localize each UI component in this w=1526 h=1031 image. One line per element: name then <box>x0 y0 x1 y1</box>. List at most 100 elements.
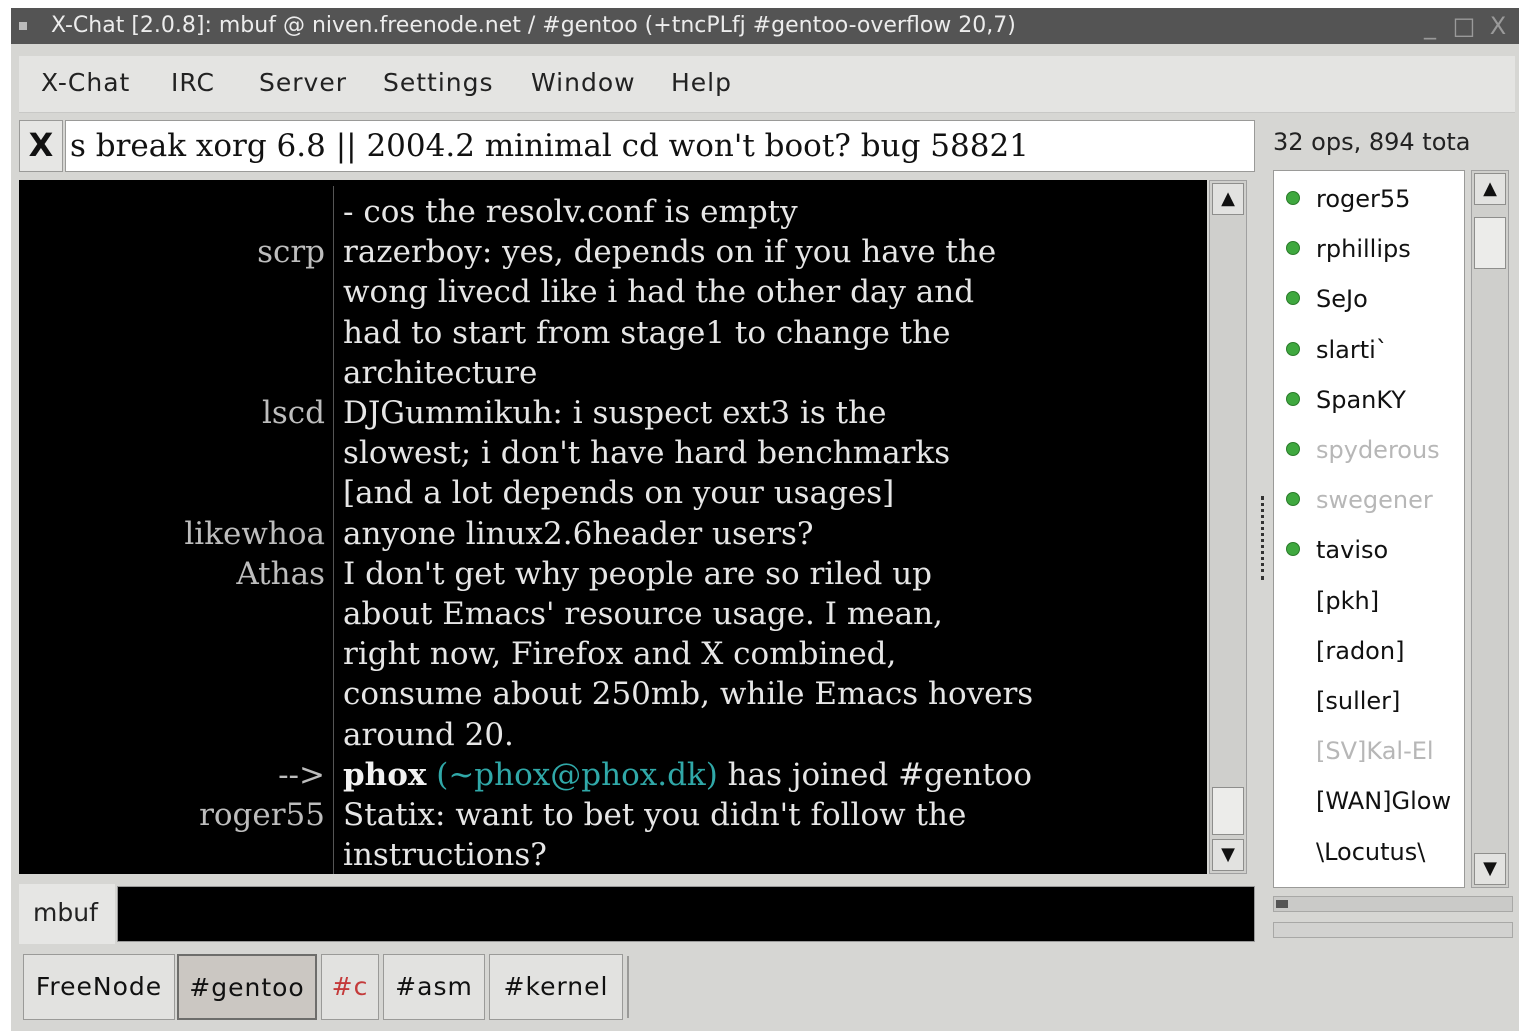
user-list-item[interactable]: rphillips <box>1274 227 1464 271</box>
user-list-item[interactable]: SpanKY <box>1274 378 1464 422</box>
topic-field[interactable]: s break xorg 6.8 || 2004.2 minimal cd wo… <box>65 120 1255 172</box>
chat-nick[interactable]: roger55 <box>199 795 325 835</box>
chat-nick[interactable]: lscd <box>262 393 325 433</box>
user-list[interactable]: roger55 rphillips SeJo slarti` SpanKY spydero… <box>1273 170 1465 888</box>
user-nick: \Locutus\ <box>1316 837 1426 866</box>
chat-scroll-thumb[interactable] <box>1212 787 1244 835</box>
chat-line: [and a lot depends on your usages] <box>19 473 1207 513</box>
chat-message: DJGummikuh: i suspect ext3 is the <box>343 395 887 431</box>
lag-meter-fill <box>1276 900 1288 908</box>
xchat-window: X-Chat [2.0.8]: mbuf @ niven.freenode.ne… <box>11 8 1519 1031</box>
tab-bar-divider <box>627 956 629 1018</box>
chat-message: razerboy: yes, depends on if you have th… <box>343 234 997 271</box>
chat-message: around 20. <box>343 716 514 753</box>
chat-nick[interactable]: Athas <box>236 554 325 594</box>
close-button[interactable]: X <box>1485 14 1511 38</box>
channel-tab[interactable]: FreeNode <box>23 954 175 1020</box>
user-nick: [SV]Kal-El <box>1316 737 1434 766</box>
menu-server[interactable]: Server <box>259 68 347 97</box>
join-nick[interactable]: phox <box>343 757 426 793</box>
user-nick: spyderous <box>1316 436 1440 464</box>
menu-window-label: Window <box>531 68 636 97</box>
chat-nick[interactable]: scrp <box>257 232 325 272</box>
chat-line: about Emacs' resource usage. I mean, <box>19 594 1207 634</box>
maximize-button[interactable]: □ <box>1451 14 1477 38</box>
chat-message: wong livecd like i had the other day and <box>343 274 975 311</box>
op-status-icon <box>1286 241 1300 256</box>
chat-line: --> phox (~phox@phox.dk) has joined #gent… <box>19 755 1207 795</box>
menu-xchat-label: X-Chat <box>41 68 131 97</box>
join-host: (~phox@phox.dk) <box>436 756 718 793</box>
channel-tab[interactable]: #gentoo <box>177 954 317 1020</box>
user-list-item[interactable]: [WAN]Glow <box>1274 779 1464 823</box>
user-list-item[interactable]: taviso <box>1274 528 1464 572</box>
chat-line: likewhoa anyone linux2.6header users? <box>19 514 1207 554</box>
user-list-item[interactable]: [suller] <box>1274 679 1464 723</box>
chat-nick[interactable]: --> <box>278 755 325 795</box>
menu-xchat[interactable]: X-Chat <box>41 68 130 97</box>
menu-irc-label: IRC <box>171 68 215 97</box>
user-list-item[interactable]: roger55 <box>1274 177 1464 221</box>
chat-scrollbar[interactable]: ▲ ▼ <box>1209 180 1247 874</box>
user-nick: roger55 <box>1316 185 1411 213</box>
chat-line: right now, Firefox and X combined, <box>19 634 1207 674</box>
menu-window[interactable]: Window <box>531 68 636 97</box>
window-menu-icon[interactable] <box>19 22 27 30</box>
chat-line: consume about 250mb, while Emacs hovers <box>19 674 1207 714</box>
userlist-scroll-thumb[interactable] <box>1474 217 1506 269</box>
channel-tab[interactable]: #asm <box>383 954 485 1020</box>
minimize-button[interactable]: _ <box>1417 14 1443 38</box>
chat-message: anyone linux2.6header users? <box>343 515 814 552</box>
user-list-item[interactable]: slarti` <box>1274 328 1464 372</box>
user-nick: SpanKY <box>1316 385 1406 414</box>
pane-resize-handle[interactable] <box>1261 496 1269 580</box>
user-list-item[interactable]: \Locutus\ <box>1274 830 1464 874</box>
user-list-item[interactable]: [SV]Kal-El <box>1274 729 1464 773</box>
window-title: X-Chat [2.0.8]: mbuf @ niven.freenode.ne… <box>51 13 1016 38</box>
message-input[interactable] <box>117 886 1255 942</box>
userlist-scrollbar[interactable]: ▲ ▼ <box>1471 170 1509 888</box>
channel-tab[interactable]: #kernel <box>489 954 623 1020</box>
user-list-item[interactable]: [pkh] <box>1274 579 1464 623</box>
chat-message: architecture <box>343 354 538 391</box>
menu-settings-label: Settings <box>383 68 494 97</box>
userlist-scroll-down-icon[interactable]: ▼ <box>1474 853 1506 885</box>
join-message: phox (~phox@phox.dk) has joined #gentoo <box>343 755 1032 795</box>
nick-button[interactable]: mbuf <box>19 884 115 944</box>
user-nick: rphillips <box>1316 235 1411 264</box>
chat-message: I don't get why people are so riled up <box>343 555 933 592</box>
chat-message: Statix: want to bet you didn't follow th… <box>343 797 967 833</box>
user-count-label: 32 ops, 894 tota <box>1273 128 1471 156</box>
chat-nick[interactable]: likewhoa <box>184 514 325 554</box>
chat-line: architecture <box>19 353 1207 393</box>
menu-help[interactable]: Help <box>671 68 732 97</box>
user-nick: swegener <box>1316 486 1433 515</box>
scroll-down-icon[interactable]: ▼ <box>1212 839 1244 871</box>
chat-line: - cos the resolv.conf is empty <box>19 192 1207 232</box>
op-status-icon <box>1286 492 1300 507</box>
lag-meter <box>1273 896 1513 912</box>
channel-tab[interactable]: #c <box>321 954 379 1020</box>
user-nick: taviso <box>1316 536 1389 565</box>
user-nick: [WAN]Glow <box>1316 787 1452 816</box>
menu-settings[interactable]: Settings <box>383 68 494 97</box>
chat-text-area[interactable]: - cos the resolv.conf is empty scrp razerb… <box>19 180 1207 874</box>
throttle-meter <box>1273 922 1513 938</box>
menu-irc[interactable]: IRC <box>171 68 215 97</box>
user-nick: [radon] <box>1316 636 1405 665</box>
user-list-item[interactable]: [radon] <box>1274 629 1464 673</box>
menu-server-label: Server <box>259 68 347 97</box>
user-list-item[interactable]: spyderous <box>1274 428 1464 472</box>
user-nick: SeJo <box>1316 285 1368 314</box>
chat-message: right now, Firefox and X combined, <box>343 636 897 673</box>
close-channel-button[interactable]: X <box>19 120 63 172</box>
userlist-scroll-up-icon[interactable]: ▲ <box>1474 173 1506 205</box>
scroll-up-icon[interactable]: ▲ <box>1212 183 1244 215</box>
chat-line: lscd DJGummikuh: i suspect ext3 is the <box>19 393 1207 433</box>
title-bar[interactable]: X-Chat [2.0.8]: mbuf @ niven.freenode.ne… <box>11 8 1519 44</box>
user-list-item[interactable]: swegener <box>1274 478 1464 522</box>
user-list-item[interactable]: SeJo <box>1274 277 1464 321</box>
chat-message: about Emacs' resource usage. I mean, <box>343 596 943 632</box>
chat-message: had to start from stage1 to change the <box>343 314 951 351</box>
join-text: has joined #gentoo <box>727 756 1032 793</box>
